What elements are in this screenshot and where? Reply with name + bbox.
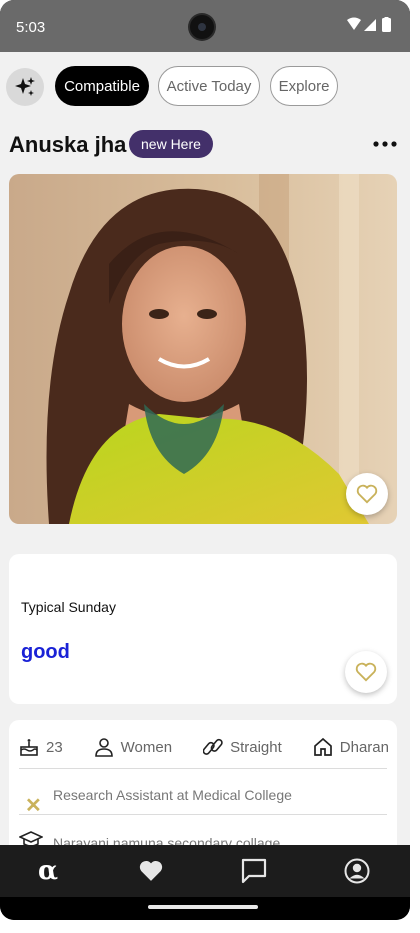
fact-location: Dharan: [313, 737, 389, 757]
chat-icon: [241, 858, 267, 884]
home-icon: [313, 737, 332, 756]
gesture-bar: [0, 897, 410, 920]
prompt-answer: good: [21, 641, 70, 663]
app-screen: Compatible Active Today Explore Anuska j…: [0, 52, 410, 845]
divider: [19, 814, 387, 815]
heart-icon: [139, 860, 163, 881]
fact-age: 23: [19, 737, 63, 757]
fact-location-value: Dharan: [339, 738, 389, 756]
prompt-question: Typical Sunday: [21, 599, 116, 615]
heart-outline-icon: [356, 484, 378, 504]
nav-likes[interactable]: [133, 853, 169, 889]
info-card: 23 Women Straight Dharan Research Assist…: [9, 720, 397, 845]
alpha-icon: α: [37, 856, 58, 886]
orientation-icon: [203, 738, 223, 755]
facts-row: 23 Women Straight Dharan: [19, 730, 389, 764]
nav-profile[interactable]: [339, 853, 375, 889]
wifi-signal-battery-icon: [347, 17, 391, 32]
prompt-card: Typical Sunday good: [9, 554, 397, 704]
photo-like-button[interactable]: [346, 473, 388, 515]
fact-age-value: 23: [46, 738, 63, 756]
fact-orientation: Straight: [203, 737, 282, 757]
education-text: Narayani namuna secondary collage: [53, 835, 281, 845]
sparkle-icon: [15, 77, 35, 96]
profile-icon: [344, 858, 370, 884]
profile-header: Anuska jha new Here: [9, 130, 401, 162]
fact-gender-value: Women: [120, 738, 173, 756]
divider: [19, 768, 387, 769]
filter-chips: Compatible Active Today Explore: [6, 66, 406, 108]
chip-compatible[interactable]: Compatible: [55, 66, 149, 106]
graduation-cap-icon: [19, 831, 43, 845]
sparkle-button[interactable]: [6, 68, 44, 106]
phone-device: 5:03 Compatible Active Today Explore Anu…: [0, 0, 410, 920]
status-time: 5:03: [16, 19, 46, 36]
job-text: Research Assistant at Medical College: [53, 787, 292, 803]
new-here-badge: new Here: [129, 130, 213, 158]
fact-gender: Women: [94, 737, 172, 757]
nav-home[interactable]: α: [30, 853, 66, 889]
system-icons: [346, 17, 394, 33]
prompt-like-button[interactable]: [345, 651, 387, 693]
profile-photo: [9, 174, 397, 524]
fact-orientation-value: Straight: [230, 738, 282, 756]
status-bar: 5:03: [0, 0, 410, 52]
profile-name: Anuska jha: [9, 132, 127, 157]
home-indicator[interactable]: [148, 905, 258, 909]
more-options-button[interactable]: [373, 130, 397, 158]
chip-active-today[interactable]: Active Today: [158, 66, 260, 106]
bottom-nav: α: [0, 845, 410, 897]
chip-explore[interactable]: Explore: [270, 66, 338, 106]
cake-icon: [20, 739, 38, 756]
nav-chat[interactable]: [236, 853, 272, 889]
profile-photo-image: [9, 174, 397, 524]
more-dots-icon: [373, 141, 397, 147]
person-icon: [94, 738, 113, 757]
front-camera: [190, 15, 214, 39]
heart-outline-icon: [355, 662, 377, 682]
